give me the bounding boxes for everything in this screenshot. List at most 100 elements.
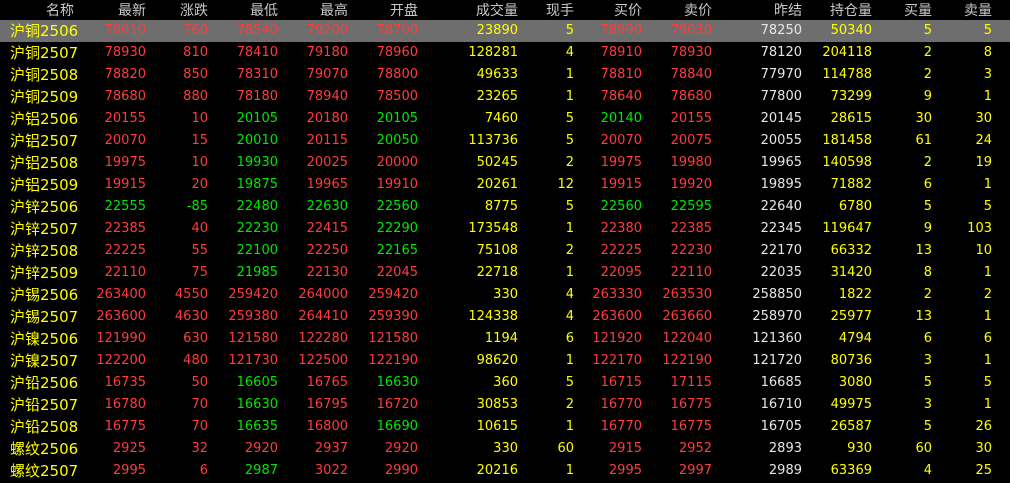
table-row[interactable]: 沪铝2508 19975 10 19930 20025 20000 50245 2 19975 1… — [0, 152, 1010, 174]
cell-volume: 49633 — [476, 67, 518, 82]
cell-open-interest: 114788 — [822, 67, 872, 82]
table-row[interactable]: 沪铝2506 20155 10 20105 20180 20105 7460 5 20140 20… — [0, 108, 1010, 130]
cell-volume: 30853 — [476, 397, 518, 412]
column-header-last-qty[interactable]: 现手 — [518, 0, 574, 22]
table-row[interactable]: 沪锡2506 263400 4550 259420 264000 259420 330 4 26… — [0, 284, 1010, 306]
cell-prev-settle: 78250 — [760, 23, 802, 38]
cell-change: 55 — [191, 243, 208, 258]
cell-low: 21985 — [236, 265, 278, 280]
cell-ask-qty: 5 — [983, 23, 992, 38]
cell-bid-qty: 61 — [915, 133, 932, 148]
cell-name: 沪铜2508 — [10, 66, 79, 84]
cell-prev-settle: 77970 — [760, 67, 802, 82]
cell-name: 沪铝2507 — [10, 132, 79, 150]
cell-bid-qty: 13 — [915, 243, 932, 258]
cell-ask: 22385 — [670, 221, 712, 236]
cell-high: 2937 — [314, 441, 348, 456]
table-row[interactable]: 沪铅2506 16735 50 16605 16765 16630 360 5 16715 171… — [0, 372, 1010, 394]
table-row[interactable]: 沪锡2507 263600 4630 259380 264410 259390 124338… — [0, 306, 1010, 328]
cell-name: 沪锡2506 — [10, 286, 79, 304]
column-header-name[interactable]: 名称 — [10, 0, 74, 22]
column-header-prev-settle[interactable]: 昨结 — [712, 0, 802, 22]
cell-volume: 124338 — [468, 309, 518, 324]
table-row[interactable]: 沪铜2507 78930 810 78410 79180 78960 128281 4 7891… — [0, 42, 1010, 64]
cell-change: 880 — [183, 89, 208, 104]
table-row[interactable]: 沪锌2508 22225 55 22100 22250 22165 75108 2 22225 2… — [0, 240, 1010, 262]
cell-volume: 50245 — [476, 155, 518, 170]
table-row[interactable]: 沪铜2506 79010 760 78540 79200 78700 23890 5 78990… — [0, 20, 1010, 42]
column-header-low[interactable]: 最低 — [208, 0, 278, 22]
column-header-open-interest[interactable]: 持仓量 — [802, 0, 872, 22]
cell-change: 630 — [183, 331, 208, 346]
table-row[interactable]: 沪铝2509 19915 20 19875 19965 19910 20261 12 19915… — [0, 174, 1010, 196]
cell-ask: 16775 — [670, 397, 712, 412]
cell-ask-qty: 30 — [975, 441, 992, 456]
table-row[interactable]: 沪锌2509 22110 75 21985 22130 22045 22718 1 22095 2… — [0, 262, 1010, 284]
cell-ask-qty: 6 — [983, 331, 992, 346]
column-header-open[interactable]: 开盘 — [348, 0, 418, 22]
cell-low: 19930 — [236, 155, 278, 170]
cell-change: -85 — [186, 199, 208, 214]
cell-last: 122200 — [96, 353, 146, 368]
cell-bid-qty: 30 — [915, 111, 932, 126]
cell-low: 78540 — [236, 23, 278, 38]
table-row[interactable]: 沪铅2507 16780 70 16630 16795 16720 30853 2 16770 1… — [0, 394, 1010, 416]
cell-prev-settle: 19965 — [760, 155, 802, 170]
cell-low: 22100 — [236, 243, 278, 258]
table-row[interactable]: 沪镍2507 122200 480 121730 122500 122190 98620 1 1… — [0, 350, 1010, 372]
cell-volume: 128281 — [468, 45, 518, 60]
column-header-ask[interactable]: 卖价 — [642, 0, 712, 22]
column-header-bid-qty[interactable]: 买量 — [872, 0, 932, 22]
cell-bid-qty: 2 — [923, 287, 932, 302]
cell-bid: 16715 — [600, 375, 642, 390]
cell-bid: 2915 — [608, 441, 642, 456]
cell-last: 263400 — [96, 287, 146, 302]
cell-last-qty: 5 — [565, 23, 574, 38]
cell-open: 16720 — [376, 397, 418, 412]
cell-high: 20115 — [306, 133, 348, 148]
cell-open-interest: 50340 — [830, 23, 872, 38]
cell-volume: 173548 — [468, 221, 518, 236]
cell-last-qty: 4 — [565, 309, 574, 324]
cell-prev-settle: 22170 — [760, 243, 802, 258]
cell-high: 22630 — [306, 199, 348, 214]
column-header-bid[interactable]: 买价 — [574, 0, 642, 22]
cell-ask-qty: 30 — [975, 111, 992, 126]
column-header-last[interactable]: 最新 — [76, 0, 146, 22]
cell-name: 沪锌2509 — [10, 264, 79, 282]
table-row[interactable]: 沪铅2508 16775 70 16635 16800 16690 10615 1 16770 1… — [0, 416, 1010, 438]
table-row[interactable]: 螺纹2506 2925 32 2920 2937 2920 330 60 2915 2952 289… — [0, 438, 1010, 460]
table-row[interactable]: 沪铜2509 78680 880 78180 78940 78500 23265 1 78640… — [0, 86, 1010, 108]
column-header-change[interactable]: 涨跌 — [146, 0, 208, 22]
cell-ask: 19980 — [670, 155, 712, 170]
cell-open: 78500 — [376, 89, 418, 104]
cell-ask-qty: 103 — [967, 221, 992, 236]
cell-prev-settle: 20145 — [760, 111, 802, 126]
table-row[interactable]: 沪锌2506 22555 -85 22480 22630 22560 8775 5 22560 2… — [0, 196, 1010, 218]
cell-open: 259390 — [368, 309, 418, 324]
column-header-high[interactable]: 最高 — [278, 0, 348, 22]
cell-high: 79070 — [306, 67, 348, 82]
table-row[interactable]: 沪锌2507 22385 40 22230 22415 22290 173548 1 22380… — [0, 218, 1010, 240]
cell-name: 沪铝2506 — [10, 110, 79, 128]
cell-ask: 122190 — [662, 353, 712, 368]
cell-open: 78800 — [376, 67, 418, 82]
table-row[interactable]: 螺纹2507 2995 6 2987 3022 2990 20216 1 2995 2997 298… — [0, 460, 1010, 482]
cell-ask-qty: 1 — [983, 89, 992, 104]
cell-low: 78310 — [236, 67, 278, 82]
cell-ask: 19920 — [670, 177, 712, 192]
cell-bid: 78910 — [600, 45, 642, 60]
cell-open-interest: 28615 — [830, 111, 872, 126]
table-row[interactable]: 沪铜2508 78820 850 78310 79070 78800 49633 1 78810… — [0, 64, 1010, 86]
cell-ask-qty: 5 — [983, 199, 992, 214]
cell-bid: 22095 — [600, 265, 642, 280]
cell-low: 2920 — [244, 441, 278, 456]
table-row[interactable]: 沪镍2506 121990 630 121580 122280 121580 1194 6 12… — [0, 328, 1010, 350]
cell-bid-qty: 2 — [923, 155, 932, 170]
column-header-ask-qty[interactable]: 卖量 — [932, 0, 992, 22]
cell-open-interest: 6780 — [838, 199, 872, 214]
column-header-volume[interactable]: 成交量 — [418, 0, 518, 22]
cell-last: 263600 — [96, 309, 146, 324]
table-row[interactable]: 沪铝2507 20070 15 20010 20115 20050 113736 5 20070… — [0, 130, 1010, 152]
cell-ask: 79030 — [670, 23, 712, 38]
